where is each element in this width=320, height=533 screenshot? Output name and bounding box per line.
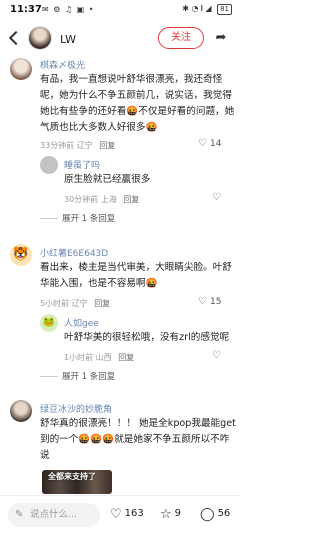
comment-input[interactable]: ✎ 说点什么... bbox=[8, 503, 100, 527]
comment-image[interactable]: 全都来支持了 bbox=[42, 470, 112, 494]
reply-meta: 30分钟前 上海 回复 bbox=[64, 194, 139, 205]
author-name[interactable]: LW bbox=[60, 33, 76, 46]
comment-item: 绿豆冰沙的妙脆角 舒华真的很漂亮！！！ 她是全kpop我最能get到的一个🤬🤬🤬… bbox=[0, 396, 240, 496]
heart-icon: ♡ bbox=[198, 138, 207, 149]
follow-button[interactable]: 关注 bbox=[158, 27, 204, 49]
comment-text: 舒华真的很漂亮！！！ 她是全kpop我最能get到的一个🤬🤬🤬就是她家不争五颜所… bbox=[40, 418, 236, 461]
signal-icons: ✱ ◔ 𝄃 ◢ bbox=[182, 4, 212, 13]
replier-avatar[interactable] bbox=[40, 156, 58, 174]
header: LW 关注 ➦ bbox=[0, 22, 240, 56]
post-favorite-count: 9 bbox=[174, 508, 182, 519]
back-arrow-icon[interactable] bbox=[6, 29, 22, 47]
replier-name[interactable]: 人如gee bbox=[64, 316, 99, 329]
reply-button[interactable]: 回复 bbox=[118, 353, 134, 362]
like-post-button[interactable]: ♡ 163 bbox=[110, 507, 144, 522]
comment-text: 有品，我一直想说叶舒华很漂亮，我还奇怪呢，她为什么不争五颜前几，说实话，我觉得她… bbox=[40, 74, 235, 133]
heart-icon: ♡ bbox=[212, 192, 221, 203]
reply-text: 叶舒华美的很轻松哦，没有zrl的感觉呢 bbox=[64, 332, 230, 343]
replier-name[interactable]: 睡虽了吗 bbox=[64, 158, 100, 171]
share-icon[interactable]: ➦ bbox=[212, 30, 230, 46]
notification-icons: ✉ ⚙ ♫ ▣ • bbox=[42, 5, 95, 14]
author-avatar[interactable] bbox=[28, 26, 52, 50]
post-like-count: 163 bbox=[124, 508, 144, 519]
reply-item: 🐸 人如gee 叶舒华美的很轻松哦，没有zrl的感觉呢 1小时前 山西 回复 ♡… bbox=[0, 312, 240, 384]
reply-button[interactable]: 回复 bbox=[123, 195, 139, 204]
system-icons: ✱ ◔ 𝄃 ◢ 81 bbox=[182, 4, 232, 15]
like-button[interactable]: ♡ 15 bbox=[198, 296, 221, 307]
comment-input-placeholder: 说点什么... bbox=[30, 509, 78, 520]
expand-replies-button[interactable]: 展开 1 条回复 bbox=[40, 212, 115, 224]
star-icon: ☆ bbox=[160, 507, 172, 522]
reply-text: 原生脸就已经赢很多 bbox=[64, 174, 151, 185]
replier-avatar[interactable]: 🐸 bbox=[40, 314, 58, 332]
commenter-name[interactable]: 棋森〆极光 bbox=[40, 58, 85, 71]
heart-icon: ♡ bbox=[110, 507, 122, 522]
bottom-bar: ✎ 说点什么... ♡ 163 ☆ 9 ◯ 56 bbox=[0, 495, 240, 533]
expand-replies-button[interactable]: 展开 1 条回复 bbox=[40, 370, 115, 382]
reply-meta: 1小时前 山西 回复 bbox=[64, 352, 134, 363]
heart-icon: ♡ bbox=[212, 350, 221, 361]
comment-text: 看出来，棱主是当代审美，大眼睛尖脸。叶舒华能入围，也是不容易啊🤬 bbox=[40, 262, 232, 289]
comment-meta: 5小时前 辽宁 回复 bbox=[40, 298, 110, 309]
reply-button[interactable]: 回复 bbox=[94, 299, 110, 308]
reply-time-location: 1小时前 山西 bbox=[64, 353, 112, 362]
like-count: 15 bbox=[209, 297, 222, 307]
commenter-avatar[interactable]: 🐯 bbox=[10, 244, 32, 266]
commenter-avatar[interactable] bbox=[10, 58, 32, 80]
comment-image-caption: 全都来支持了 bbox=[48, 472, 96, 481]
commenter-avatar[interactable] bbox=[10, 400, 32, 422]
like-count: 14 bbox=[209, 139, 222, 149]
commenter-name[interactable]: 绿豆冰沙的妙脆角 bbox=[40, 402, 112, 415]
comment-time-location: 5小时前 辽宁 bbox=[40, 299, 88, 308]
comment-item: 🐯 小红薯E6E643D 看出来，棱主是当代审美，大眼睛尖脸。叶舒华能入围，也是… bbox=[0, 240, 240, 310]
pencil-icon: ✎ bbox=[15, 509, 24, 520]
battery-icon: 81 bbox=[217, 4, 232, 15]
comment-bubble-icon: ◯ bbox=[200, 507, 215, 522]
comment-post-button[interactable]: ◯ 56 bbox=[200, 507, 230, 522]
post-comment-count: 56 bbox=[217, 508, 231, 519]
reply-item: 睡虽了吗 原生脸就已经赢很多 30分钟前 上海 回复 ♡ 展开 1 条回复 bbox=[0, 154, 240, 224]
reply-time-location: 30分钟前 上海 bbox=[64, 195, 117, 204]
comment-item: 棋森〆极光 有品，我一直想说叶舒华很漂亮，我还奇怪呢，她为什么不争五颜前几，说实… bbox=[0, 56, 240, 152]
like-button[interactable]: ♡ bbox=[212, 192, 224, 203]
reply-button[interactable]: 回复 bbox=[99, 141, 115, 150]
like-button[interactable]: ♡ 14 bbox=[198, 138, 221, 149]
status-bar: 11:37 ✉ ⚙ ♫ ▣ • ✱ ◔ 𝄃 ◢ 81 bbox=[0, 0, 240, 20]
commenter-name[interactable]: 小红薯E6E643D bbox=[40, 246, 108, 259]
comment-meta: 33分钟前 辽宁 回复 bbox=[40, 140, 115, 151]
status-time: 11:37 bbox=[10, 4, 42, 15]
favorite-post-button[interactable]: ☆ 9 bbox=[160, 507, 181, 522]
heart-icon: ♡ bbox=[198, 296, 207, 307]
like-button[interactable]: ♡ bbox=[212, 350, 224, 361]
comment-time-location: 33分钟前 辽宁 bbox=[40, 141, 93, 150]
